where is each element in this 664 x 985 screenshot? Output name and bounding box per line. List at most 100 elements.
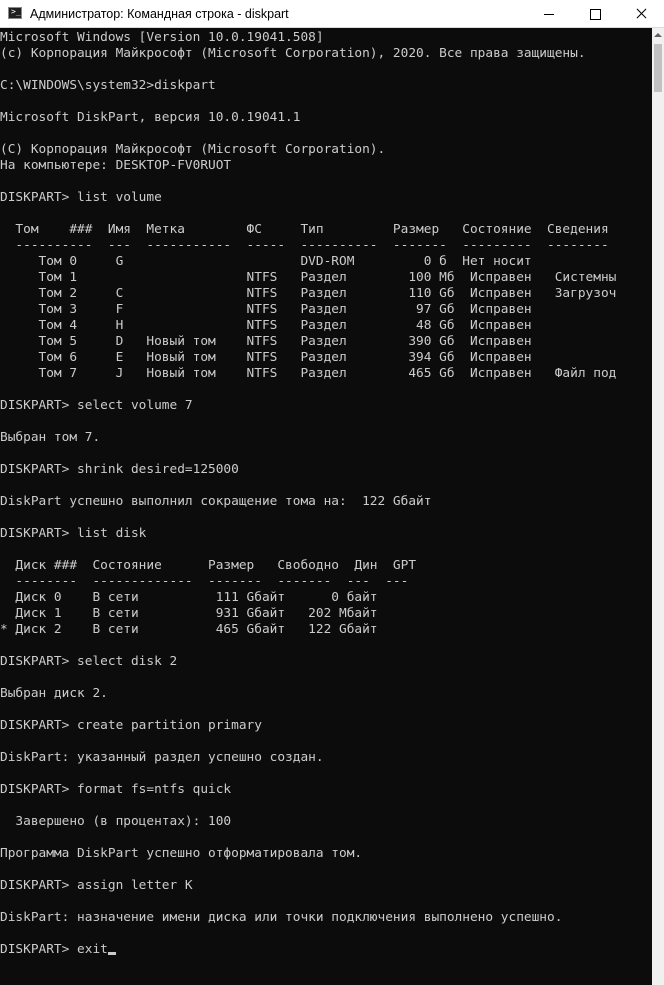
console-line: (c) Корпорация Майкрософт (Microsoft Cor…: [0, 46, 616, 62]
console-line: Выбран том 7.: [0, 430, 616, 446]
console-line: DiskPart успешно выполнил сокращение том…: [0, 494, 616, 510]
console-line-text: DISKPART> create partition primary: [0, 718, 262, 733]
console-line-text: DISKPART> exit: [0, 942, 108, 957]
console-line: Том 0 G DVD-ROM 0 б Нет носит: [0, 254, 616, 270]
console-line-text: Том 7 J Новый том NTFS Раздел 465 Gб Исп…: [0, 366, 617, 381]
console-line-text: ---------- --- ----------- ----- -------…: [0, 238, 609, 253]
console-line: DISKPART> format fs=ntfs quick: [0, 782, 616, 798]
console-line-text: DISKPART> shrink desired=125000: [0, 462, 239, 477]
console-line-text: DISKPART> list disk: [0, 526, 147, 541]
console-line-text: DISKPART> format fs=ntfs quick: [0, 782, 232, 797]
console-line-text: Том 0 G DVD-ROM 0 б Нет носит: [0, 254, 532, 269]
console-line: Том 3 F NTFS Раздел 97 Gб Исправен: [0, 302, 616, 318]
console-line: Microsoft Windows [Version 10.0.19041.50…: [0, 30, 616, 46]
console-line: DISKPART> list disk: [0, 526, 616, 542]
console-line-text: -------- ------------- ------- ------- -…: [0, 574, 409, 589]
console-line-text: Диск 0 В сети 111 Gбайт 0 байт: [0, 590, 378, 605]
console-line: Том ### Имя Метка ФС Тип Размер Состояни…: [0, 222, 616, 238]
console-line-text: Том 4 H NTFS Раздел 48 Gб Исправен: [0, 318, 532, 333]
console-line: * Диск 2 В сети 465 Gбайт 122 Gбайт: [0, 622, 616, 638]
console-line: Том 4 H NTFS Раздел 48 Gб Исправен: [0, 318, 616, 334]
console-line-text: (c) Корпорация Майкрософт (Microsoft Cor…: [0, 46, 586, 61]
console-line-text: Выбран том 7.: [0, 430, 101, 445]
console-line: Том 2 C NTFS Раздел 110 Gб Исправен Загр…: [0, 286, 617, 302]
maximize-button[interactable]: [572, 0, 618, 28]
window-title: Администратор: Командная строка - diskpa…: [30, 7, 289, 21]
console-line: (С) Корпорация Майкрософт (Microsoft Cor…: [0, 142, 616, 158]
console-line: C:\WINDOWS\system32>diskpart: [0, 78, 616, 94]
console-line-text: Том 5 D Новый том NTFS Раздел 390 Gб Исп…: [0, 334, 532, 349]
console-line-text: DiskPart успешно выполнил сокращение том…: [0, 494, 432, 509]
console-line-text: Завершено (в процентах): 100: [0, 814, 232, 829]
console-line: ---------- --- ----------- ----- -------…: [0, 238, 616, 254]
console-line: Том 6 E Новый том NTFS Раздел 394 Gб Исп…: [0, 350, 616, 366]
console-line-text: (С) Корпорация Майкрософт (Microsoft Cor…: [0, 142, 386, 157]
minimize-icon: [544, 14, 554, 15]
console-line: DiskPart: назначение имени диска или точ…: [0, 910, 616, 926]
console-line: -------- ------------- ------- ------- -…: [0, 574, 616, 590]
console-line-text: Том 2 C NTFS Раздел 110 Gб Исправен Загр…: [0, 286, 617, 301]
console-line: DISKPART> exit: [0, 942, 616, 958]
console-line: На компьютере: DESKTOP-FV0RUOT: [0, 158, 616, 174]
console-line-text: Диск ### Состояние Размер Свободно Дин G…: [0, 558, 417, 573]
console-line: DISKPART> list volume: [0, 190, 616, 206]
console-line-text: Microsoft Windows [Version 10.0.19041.50…: [0, 30, 324, 45]
scrollbar-thumb[interactable]: [654, 44, 662, 92]
console-line: Программа DiskPart успешно отформатирова…: [0, 846, 616, 862]
scroll-up-button[interactable]: [652, 28, 664, 42]
console-line: Диск 1 В сети 931 Gбайт 202 Мбайт: [0, 606, 616, 622]
console-line-text: DISKPART> select volume 7: [0, 398, 193, 413]
close-button[interactable]: [618, 0, 664, 28]
console-line-text: Выбран диск 2.: [0, 686, 108, 701]
console-line: Диск 0 В сети 111 Gбайт 0 байт: [0, 590, 616, 606]
maximize-icon: [590, 9, 601, 20]
console-line: Том 5 D Новый том NTFS Раздел 390 Gб Исп…: [0, 334, 616, 350]
command-prompt-window: >_ Администратор: Командная строка - dis…: [0, 0, 664, 985]
console-line: Том 1 NTFS Раздел 100 Мб Исправен Систем…: [0, 270, 617, 286]
console-line: DISKPART> select disk 2: [0, 654, 616, 670]
console-line: Microsoft DiskPart, версия 10.0.19041.1: [0, 110, 616, 126]
cmd-icon-glyph: >_: [11, 7, 21, 16]
console-line-text: DiskPart: назначение имени диска или точ…: [0, 910, 563, 925]
console-line-text: Том 1 NTFS Раздел 100 Мб Исправен Систем…: [0, 270, 617, 285]
console-output[interactable]: Microsoft Windows [Version 10.0.19041.50…: [0, 28, 652, 985]
console-line: DISKPART> shrink desired=125000: [0, 462, 616, 478]
console-line: DiskPart: указанный раздел успешно созда…: [0, 750, 616, 766]
cmd-app-icon[interactable]: >_: [8, 7, 22, 19]
console-line: Том 7 J Новый том NTFS Раздел 465 Gб Исп…: [0, 366, 617, 382]
console-line-text: * Диск 2 В сети 465 Gбайт 122 Gбайт: [0, 622, 378, 637]
console-line-text: C:\WINDOWS\system32>diskpart: [0, 78, 216, 93]
console-line-text: Том ### Имя Метка ФС Тип Размер Состояни…: [0, 222, 609, 237]
console-line-text: DISKPART> select disk 2: [0, 654, 178, 669]
vertical-scrollbar[interactable]: [652, 28, 664, 985]
console-line: DISKPART> select volume 7: [0, 398, 616, 414]
console-line-text: Том 6 E Новый том NTFS Раздел 394 Gб Исп…: [0, 350, 532, 365]
console-line: Выбран диск 2.: [0, 686, 616, 702]
minimize-button[interactable]: [526, 0, 572, 28]
title-bar[interactable]: >_ Администратор: Командная строка - dis…: [0, 0, 664, 28]
console-line: DISKPART> create partition primary: [0, 718, 616, 734]
console-line: DISKPART> assign letter K: [0, 878, 616, 894]
arrow-up-icon: [654, 33, 662, 37]
text-cursor: [107, 952, 116, 955]
console-line-text: DISKPART> assign letter K: [0, 878, 193, 893]
